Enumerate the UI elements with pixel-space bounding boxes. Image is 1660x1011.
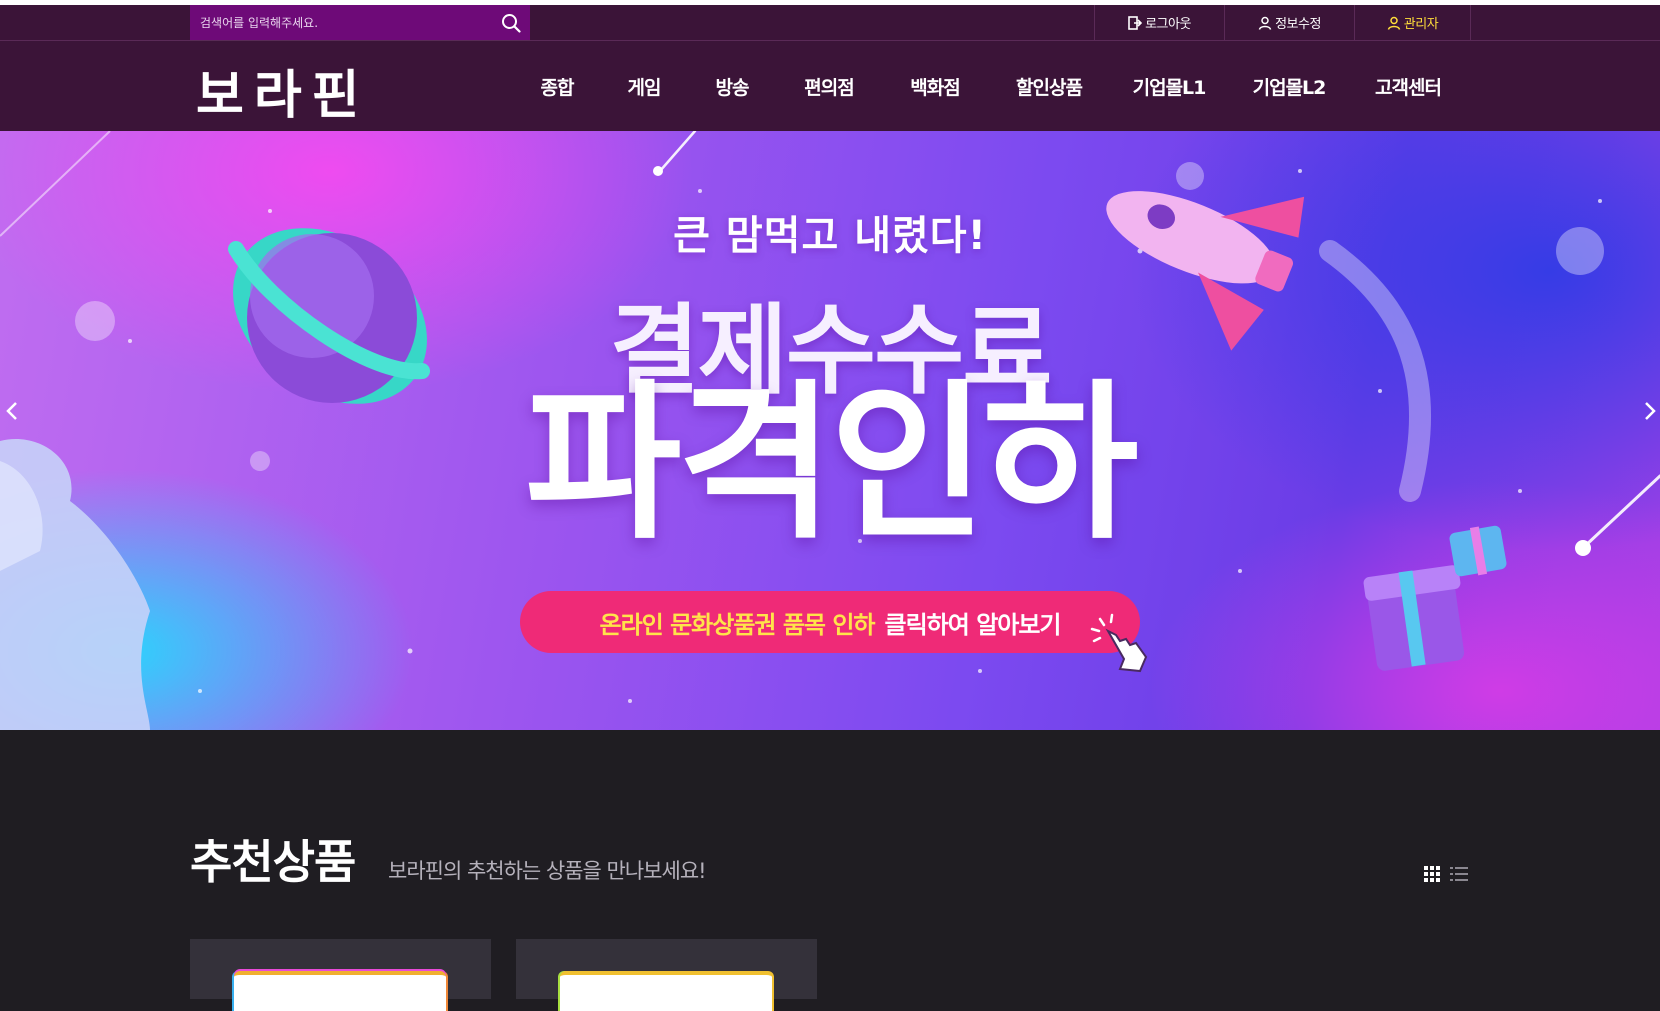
nav-item-customer-center[interactable]: 고객센터 xyxy=(1350,73,1466,100)
view-toggle xyxy=(1424,866,1468,882)
search-icon xyxy=(502,13,521,33)
admin-link[interactable]: 관리자 xyxy=(1354,5,1471,40)
product-card[interactable] xyxy=(516,939,817,1011)
nav-item-convenience-store[interactable]: 편의점 xyxy=(776,73,882,100)
nav-item-broadcast[interactable]: 방송 xyxy=(688,73,776,100)
logout-label: 로그아웃 xyxy=(1145,17,1191,32)
logout-link[interactable]: 로그아웃 xyxy=(1094,5,1224,40)
nav-item-corporate-mall-2[interactable]: 기업몰L2 xyxy=(1228,73,1350,100)
nav-item-game[interactable]: 게임 xyxy=(600,73,688,100)
user-menu: 로그아웃 정보수정 관리자 xyxy=(1094,5,1471,40)
search-box xyxy=(190,5,530,40)
admin-label: 관리자 xyxy=(1403,17,1439,32)
edit-info-label: 정보수정 xyxy=(1275,17,1321,32)
user-icon xyxy=(1258,16,1272,30)
nav-item-all[interactable]: 종합 xyxy=(514,73,600,100)
hero-banner[interactable]: 큰 맘먹고 내렸다! 결제수수료 파격인하 온라인 문화상품권 품목 인하 클릭… xyxy=(0,131,1660,730)
search-input[interactable] xyxy=(190,5,492,40)
nav-item-department-store[interactable]: 백화점 xyxy=(882,73,988,100)
list-view-icon[interactable] xyxy=(1450,866,1468,882)
hand-pointer-icon xyxy=(1090,613,1148,673)
recommend-title: 추천상품 xyxy=(190,835,356,889)
product-card[interactable] xyxy=(190,939,491,1011)
recommend-subtitle: 보라핀의 추천하는 상품을 만나보세요! xyxy=(388,859,707,883)
admin-user-icon xyxy=(1387,16,1401,30)
main-nav: 종합 게임 방송 편의점 백화점 할인상품 기업몰L1 기업몰L2 고객센터 xyxy=(514,41,1466,131)
nav-item-corporate-mall-1[interactable]: 기업몰L1 xyxy=(1110,73,1228,100)
edit-info-link[interactable]: 정보수정 xyxy=(1224,5,1354,40)
product-thumbnail[interactable] xyxy=(560,971,772,1011)
banner-subtitle: 큰 맘먹고 내렸다! xyxy=(673,213,987,259)
main-header: 보라핀 종합 게임 방송 편의점 백화점 할인상품 기업몰L1 기업몰L2 고객… xyxy=(0,41,1660,131)
search-button[interactable] xyxy=(492,5,530,40)
site-logo[interactable]: 보라핀 xyxy=(196,53,370,128)
logout-icon xyxy=(1128,15,1143,30)
nav-item-discount[interactable]: 할인상품 xyxy=(988,73,1110,100)
product-thumbnail[interactable] xyxy=(234,971,446,1011)
top-utility-bar: 로그아웃 정보수정 관리자 xyxy=(0,0,1660,41)
grid-view-icon[interactable] xyxy=(1424,866,1440,882)
banner-cta-highlight: 온라인 문화상품권 품목 인하 xyxy=(599,610,875,639)
banner-cta-text: 클릭하여 알아보기 xyxy=(884,610,1062,639)
banner-cta-button[interactable]: 온라인 문화상품권 품목 인하 클릭하여 알아보기 xyxy=(520,591,1140,653)
banner-title-line2: 파격인하 xyxy=(525,365,1139,563)
